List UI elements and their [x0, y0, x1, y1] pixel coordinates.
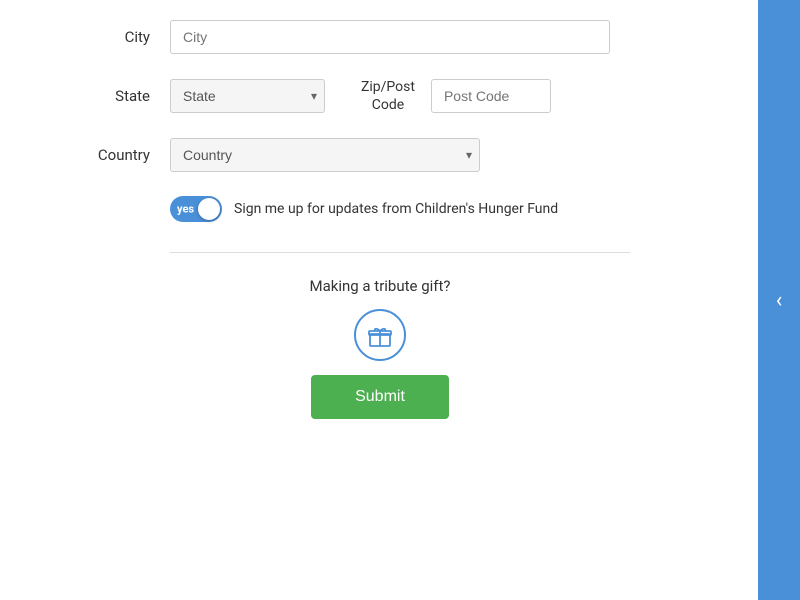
tribute-section: Making a tribute gift? Submit [40, 277, 720, 419]
country-select-wrapper: Country [170, 138, 480, 172]
state-label: State [40, 87, 170, 105]
submit-button[interactable]: Submit [311, 375, 449, 419]
section-divider [170, 252, 630, 253]
zip-input[interactable] [431, 79, 551, 113]
country-label: Country [40, 146, 170, 164]
state-select-wrapper: State [170, 79, 325, 113]
toggle-knob [198, 198, 220, 220]
toggle-yes-label: yes [177, 203, 194, 216]
country-select[interactable]: Country [170, 138, 480, 172]
sidebar-arrow-icon[interactable]: ‹ [776, 288, 783, 313]
toggle-text: Sign me up for updates from Children's H… [234, 201, 558, 217]
zip-group: Zip/PostCode [361, 78, 551, 114]
city-row: City [40, 20, 720, 54]
state-select[interactable]: State [170, 79, 325, 113]
toggle-track[interactable]: yes [170, 196, 222, 222]
country-row: Country Country [40, 138, 720, 172]
gift-icon [366, 321, 394, 349]
toggle-row: yes Sign me up for updates from Children… [170, 196, 720, 222]
tribute-title: Making a tribute gift? [309, 277, 450, 295]
state-zip-row: State State Zip/PostCode [40, 78, 720, 114]
sidebar: ‹ [758, 0, 800, 600]
city-input[interactable] [170, 20, 610, 54]
city-label: City [40, 28, 170, 46]
zip-label: Zip/PostCode [361, 78, 415, 114]
toggle-container[interactable]: yes [170, 196, 222, 222]
gift-icon-button[interactable] [354, 309, 406, 361]
